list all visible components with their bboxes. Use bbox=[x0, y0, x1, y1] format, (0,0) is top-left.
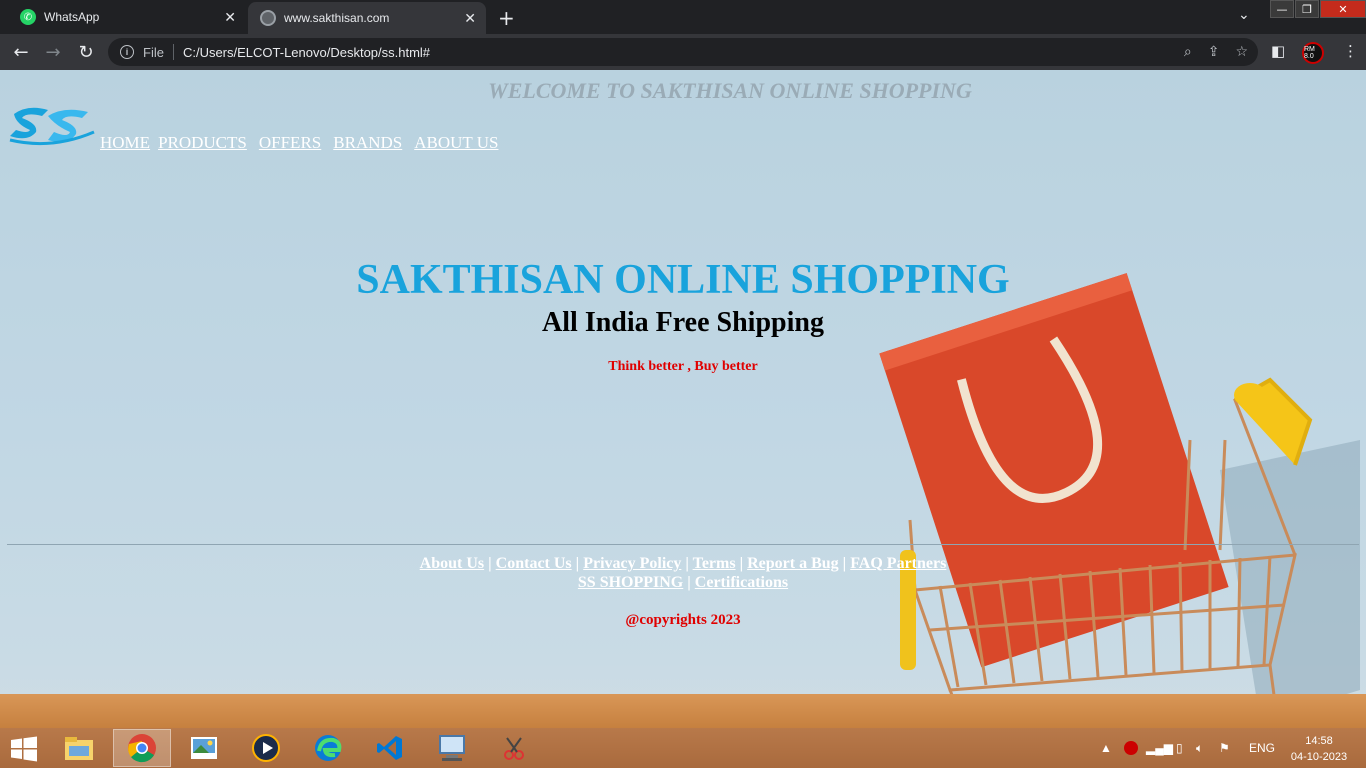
site-logo[interactable] bbox=[8, 102, 96, 148]
footer-divider bbox=[7, 544, 1359, 545]
restore-button[interactable]: ❐ bbox=[1295, 0, 1319, 18]
network-icon[interactable]: ▂▄▆ bbox=[1146, 728, 1173, 768]
scheme-label: File bbox=[143, 44, 164, 60]
info-icon[interactable]: i bbox=[120, 45, 134, 59]
divider bbox=[172, 44, 174, 60]
clock-time: 14:58 bbox=[1305, 735, 1333, 747]
remote-desktop-icon[interactable] bbox=[423, 729, 481, 767]
action-center-flag-icon[interactable]: ⚑ bbox=[1219, 728, 1230, 768]
clock-date: 04-10-2023 bbox=[1290, 751, 1348, 763]
back-arrow-icon[interactable]: ← bbox=[9, 40, 33, 64]
edge-icon[interactable] bbox=[299, 729, 357, 767]
battery-icon[interactable]: ▯ bbox=[1176, 728, 1183, 768]
footer-link-contact[interactable]: Contact Us bbox=[496, 555, 572, 572]
footer-link-faq-partners[interactable]: FAQ Partners bbox=[850, 555, 946, 572]
snipping-tool-icon[interactable] bbox=[485, 729, 543, 767]
globe-icon bbox=[260, 10, 276, 26]
footer-link-privacy[interactable]: Privacy Policy bbox=[583, 555, 681, 572]
welcome-banner: WELCOME TO SAKTHISAN ONLINE SHOPPING bbox=[488, 78, 972, 103]
close-tab-icon[interactable]: ✕ bbox=[224, 9, 236, 26]
windows-start-icon[interactable] bbox=[10, 736, 38, 762]
tagline: Think better , Buy better bbox=[608, 359, 758, 374]
windows-taskbar: ▲ ▂▄▆ ▯ 🔈︎ ⚑ ENG 14:58 04-10-2023 bbox=[0, 728, 1366, 768]
zoom-icon[interactable]: ⌕ bbox=[1184, 44, 1192, 60]
vscode-icon[interactable] bbox=[361, 729, 419, 767]
clock[interactable]: 14:58 04-10-2023 bbox=[1288, 733, 1350, 765]
share-icon[interactable]: ⇪ bbox=[1208, 44, 1220, 60]
footer-link-report-bug[interactable]: Report a Bug bbox=[747, 555, 839, 572]
footer-link-ss-shopping[interactable]: SS SHOPPING bbox=[578, 574, 683, 591]
webpage-viewport: WELCOME TO SAKTHISAN ONLINE SHOPPING HOM… bbox=[0, 70, 1366, 728]
minimize-button[interactable]: — bbox=[1270, 0, 1294, 18]
new-tab-button[interactable]: + bbox=[498, 6, 515, 30]
nav-about-us[interactable]: ABOUT US bbox=[414, 133, 498, 153]
footer-link-certifications[interactable]: Certifications bbox=[695, 574, 788, 591]
footer-link-terms[interactable]: Terms bbox=[693, 555, 736, 572]
tab-title: www.sakthisan.com bbox=[284, 11, 390, 25]
volume-icon[interactable]: 🔈︎ bbox=[1196, 728, 1203, 768]
close-tab-icon[interactable]: ✕ bbox=[464, 10, 476, 27]
tab-search-chevron-icon[interactable]: ⌄ bbox=[1238, 7, 1250, 23]
language-indicator[interactable]: ENG bbox=[1249, 728, 1275, 768]
tab-sakthisan[interactable]: www.sakthisan.com ✕ bbox=[248, 2, 486, 34]
whatsapp-icon: ✆ bbox=[20, 9, 36, 25]
floor-background bbox=[0, 694, 1366, 728]
menu-kebab-icon[interactable]: ⋮ bbox=[1343, 42, 1358, 60]
url-text[interactable]: C:/Users/ELCOT-Lenovo/Desktop/ss.html# bbox=[183, 45, 430, 60]
nav-home[interactable]: HOME bbox=[100, 133, 150, 153]
profile-avatar[interactable]: RM 8.0 bbox=[1302, 42, 1324, 64]
nav-products[interactable]: PRODUCTS bbox=[158, 133, 247, 153]
nav-brands[interactable]: BRANDS bbox=[333, 133, 402, 153]
chrome-icon[interactable] bbox=[113, 729, 171, 767]
photo-viewer-icon[interactable] bbox=[175, 729, 233, 767]
hero-subtitle: All India Free Shipping bbox=[542, 307, 824, 338]
hero-title: SAKTHISAN ONLINE SHOPPING bbox=[356, 257, 1010, 303]
show-hidden-icons-icon[interactable]: ▲ bbox=[1100, 728, 1112, 768]
address-bar[interactable]: i File C:/Users/ELCOT-Lenovo/Desktop/ss.… bbox=[108, 38, 1258, 66]
tab-title: WhatsApp bbox=[44, 10, 100, 24]
close-window-button[interactable]: ✕ bbox=[1320, 0, 1366, 18]
footer-link-about[interactable]: About Us bbox=[420, 555, 484, 572]
bookmark-star-icon[interactable]: ☆ bbox=[1235, 44, 1248, 60]
footer-links: About Us | Contact Us | Privacy Policy |… bbox=[419, 555, 947, 591]
nav-offers[interactable]: OFFERS bbox=[259, 133, 321, 153]
tray-app-icon[interactable] bbox=[1124, 728, 1138, 768]
copyright: @copyrights 2023 bbox=[625, 612, 741, 628]
main-nav: HOME PRODUCTS OFFERS BRANDS ABOUT US bbox=[100, 133, 510, 153]
file-explorer-icon[interactable] bbox=[50, 729, 108, 767]
browser-toolbar: ← → ↻ i File C:/Users/ELCOT-Lenovo/Deskt… bbox=[0, 34, 1366, 70]
tab-strip: ✆ WhatsApp ✕ www.sakthisan.com ✕ + ⌄ — ❐… bbox=[0, 0, 1366, 34]
side-panel-icon[interactable]: ◧ bbox=[1271, 42, 1285, 60]
reload-icon[interactable]: ↻ bbox=[74, 40, 98, 64]
forward-arrow-icon[interactable]: → bbox=[41, 40, 65, 64]
tab-whatsapp[interactable]: ✆ WhatsApp ✕ bbox=[8, 0, 246, 34]
media-player-icon[interactable] bbox=[237, 729, 295, 767]
